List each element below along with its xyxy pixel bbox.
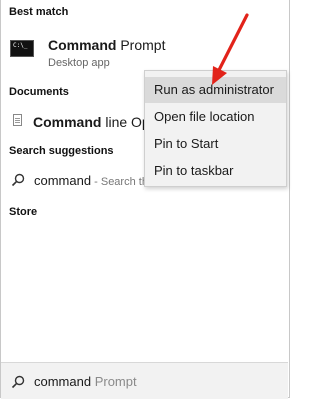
- search-input[interactable]: command Prompt: [34, 374, 137, 389]
- search-box[interactable]: command Prompt: [1, 362, 288, 399]
- annotation-arrow-icon: [212, 13, 249, 85]
- search-typed-text: command: [34, 374, 92, 389]
- search-icon: [11, 375, 25, 389]
- search-completion-text: Prompt: [91, 374, 137, 389]
